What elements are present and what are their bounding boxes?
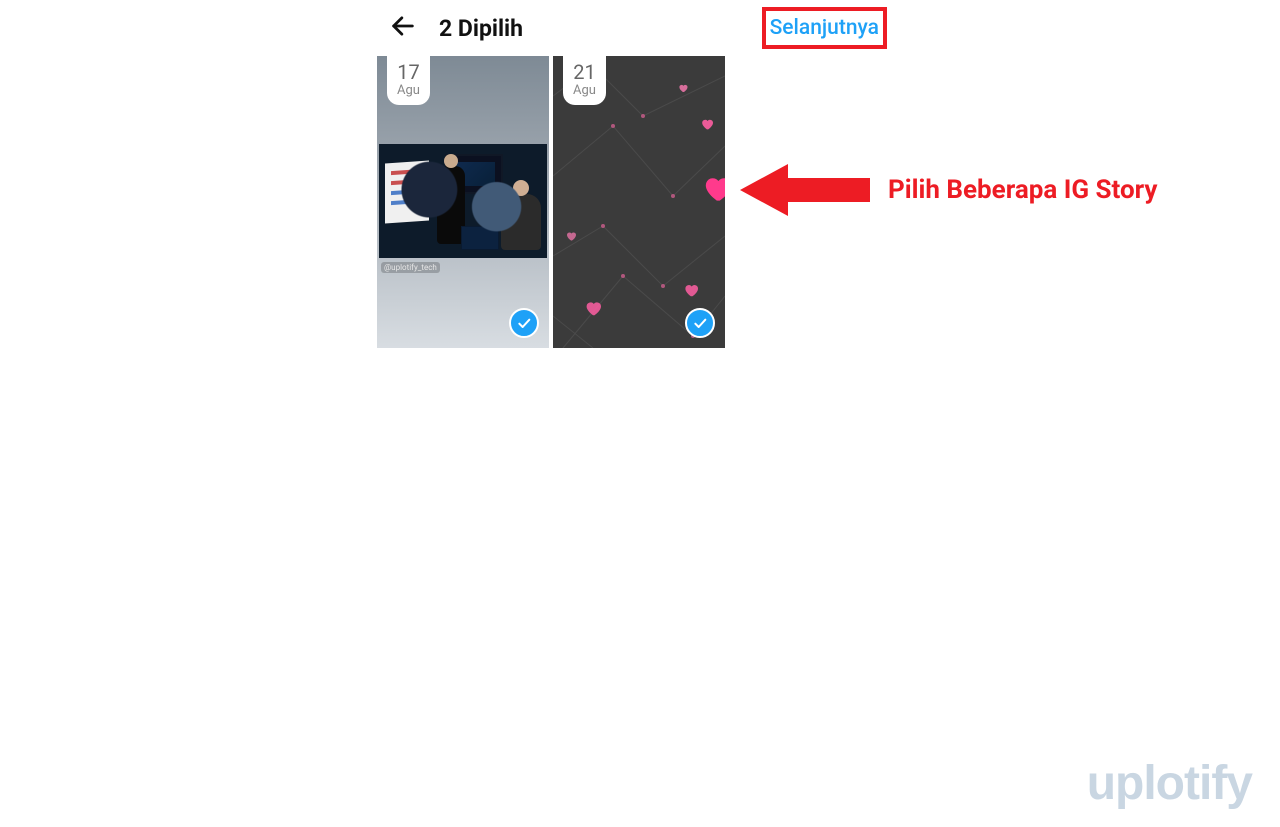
heart-icon	[565, 230, 577, 242]
laptop-shape	[461, 226, 499, 250]
story-item[interactable]: 21 Agu	[553, 56, 725, 348]
next-button[interactable]: Selanjutnya	[770, 16, 879, 40]
story-item[interactable]: 17 Agu @uplotify_tech	[377, 56, 549, 348]
page-title: 2 Dipilih	[439, 15, 523, 42]
heart-icon	[700, 171, 725, 205]
heart-icon	[678, 83, 689, 94]
date-month: Agu	[573, 84, 596, 97]
whiteboard-shape	[385, 160, 429, 223]
arrow-left-icon	[389, 12, 417, 44]
date-day: 21	[573, 62, 596, 82]
account-handle: @uplotify_tech	[381, 262, 440, 273]
annotation-text: Pilih Beberapa IG Story	[888, 175, 1158, 205]
annotation-callout: Pilih Beberapa IG Story	[740, 160, 1158, 220]
person-shape	[501, 194, 541, 250]
heart-icon	[583, 298, 602, 317]
date-badge: 17 Agu	[387, 56, 430, 105]
back-button[interactable]	[383, 8, 423, 48]
arrow-left-icon	[740, 160, 870, 220]
heart-icon	[683, 282, 700, 299]
selected-check-icon	[509, 308, 539, 338]
monitor-shape	[445, 154, 503, 194]
selected-check-icon	[685, 308, 715, 338]
person-shape	[437, 166, 465, 244]
header-bar: 2 Dipilih Selanjutnya	[375, 0, 895, 56]
date-day: 17	[397, 62, 420, 82]
heart-icon	[700, 117, 714, 131]
date-month: Agu	[397, 84, 420, 97]
story-thumbnail	[379, 144, 547, 258]
date-badge: 21 Agu	[563, 56, 606, 105]
next-button-highlight: Selanjutnya	[762, 7, 887, 49]
watermark-logo: uplotify	[1087, 756, 1252, 811]
